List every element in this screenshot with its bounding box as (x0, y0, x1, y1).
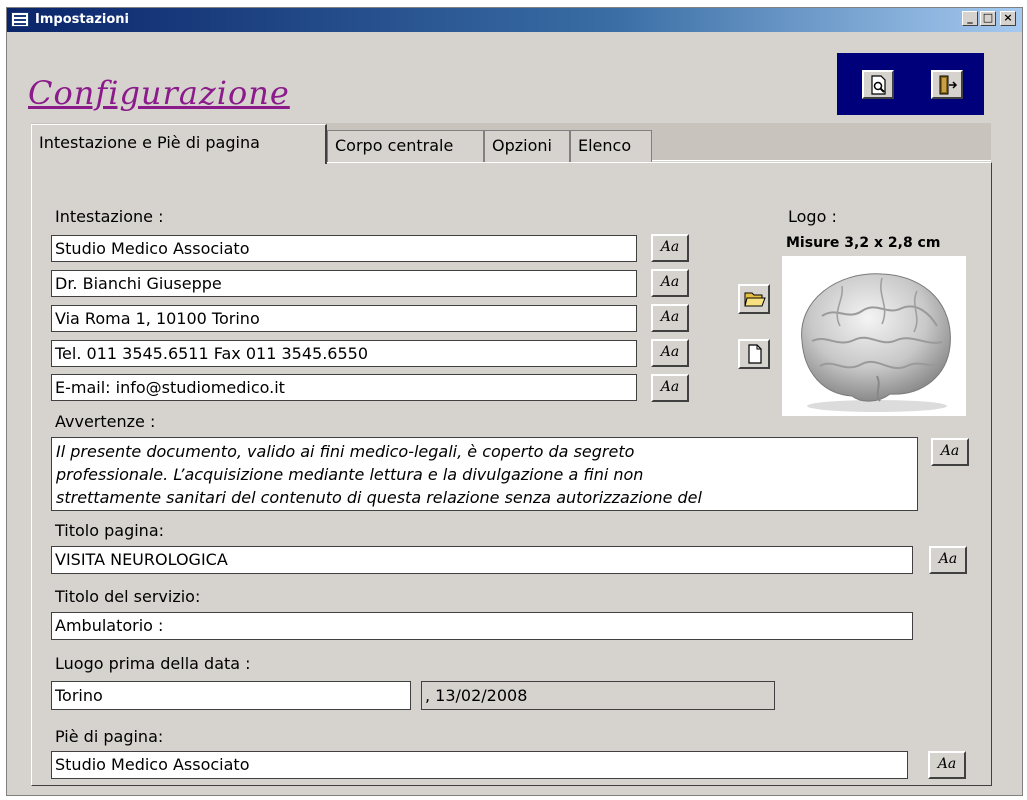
font-button-line-5[interactable]: Aa (651, 374, 689, 402)
luogo-field[interactable]: Torino (51, 681, 411, 710)
titolo-servizio-field[interactable]: Ambulatorio : (51, 612, 913, 640)
avvertenze-line: strettamente sanitari del contenuto di q… (56, 488, 702, 507)
maximize-button[interactable]: □ (980, 11, 996, 26)
logo-size-text: Misure 3,2 x 2,8 cm (786, 235, 941, 251)
font-button-avvertenze[interactable]: Aa (931, 438, 969, 466)
logo-label: Logo : (788, 207, 837, 226)
font-button-line-1[interactable]: Aa (651, 234, 689, 262)
intestazione-line-1[interactable]: Studio Medico Associato (51, 235, 637, 262)
avvertenze-label: Avvertenze : (55, 412, 156, 431)
tab-corpo-centrale[interactable]: Corpo centrale (327, 130, 484, 162)
titolo-servizio-label: Titolo del servizio: (55, 587, 201, 606)
tab-intestazione[interactable]: Intestazione e Piè di pagina (31, 124, 327, 164)
form-icon (11, 12, 29, 27)
toolbar-panel (837, 53, 984, 115)
avvertenze-memo[interactable]: Il presente documento, valido ai fini me… (51, 437, 918, 511)
avvertenze-line: Il presente documento, valido ai fini me… (56, 442, 635, 461)
intestazione-line-5[interactable]: E-mail: info@studiomedico.it (51, 374, 637, 401)
font-button-pie-pagina[interactable]: Aa (928, 751, 966, 779)
print-preview-button[interactable] (862, 70, 894, 99)
titolo-pagina-field[interactable]: VISITA NEUROLOGICA (51, 546, 913, 574)
intestazione-line-3[interactable]: Via Roma 1, 10100 Torino (51, 305, 637, 332)
window-title: Impostazioni (35, 12, 130, 27)
intestazione-label: Intestazione : (55, 207, 164, 226)
luogo-label: Luogo prima della data : (55, 654, 251, 673)
print-preview-icon (871, 75, 886, 95)
clear-logo-button[interactable] (738, 339, 770, 369)
font-button-titolo-pagina[interactable]: Aa (929, 546, 967, 574)
tab-opzioni[interactable]: Opzioni (484, 130, 570, 162)
exit-door-icon (939, 75, 958, 95)
avvertenze-line: professionale. L’acquisizione mediante l… (56, 465, 644, 484)
pie-pagina-field[interactable]: Studio Medico Associato (51, 751, 908, 779)
minimize-button[interactable]: _ (962, 11, 978, 26)
close-button[interactable]: × (1000, 11, 1016, 26)
pie-pagina-label: Piè di pagina: (55, 727, 164, 746)
open-folder-icon (744, 292, 766, 307)
date-preview-field: , 13/02/2008 (421, 681, 775, 710)
intestazione-line-2[interactable]: Dr. Bianchi Giuseppe (51, 270, 637, 297)
brain-image (801, 273, 951, 412)
form-caption: Configurazione (28, 74, 290, 112)
logo-image (782, 256, 966, 416)
font-button-line-2[interactable]: Aa (651, 269, 689, 297)
title-bar: Impostazioni _ □ × (7, 8, 1022, 32)
tab-elenco[interactable]: Elenco (570, 130, 652, 162)
exit-button[interactable] (931, 70, 963, 99)
titolo-pagina-label: Titolo pagina: (55, 521, 165, 540)
font-button-line-4[interactable]: Aa (651, 339, 689, 367)
intestazione-line-4[interactable]: Tel. 011 3545.6511 Fax 011 3545.6550 (51, 340, 637, 367)
font-button-line-3[interactable]: Aa (651, 304, 689, 332)
open-logo-button[interactable] (738, 284, 770, 314)
blank-page-icon (748, 344, 762, 364)
